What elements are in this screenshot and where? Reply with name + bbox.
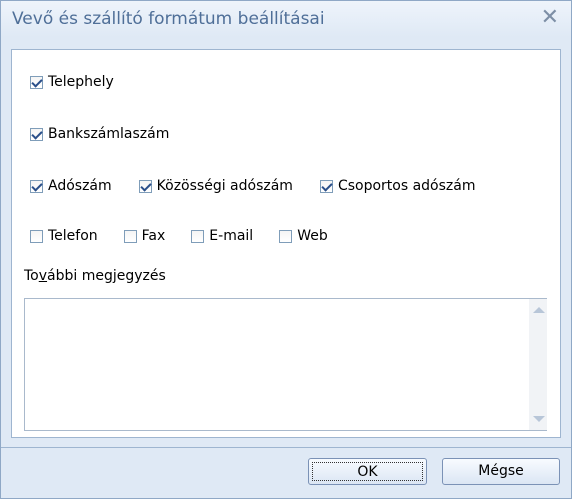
note-label-after: ábbi megjegyzés — [47, 268, 166, 284]
ok-button[interactable]: OK — [308, 458, 427, 485]
scroll-up-icon[interactable] — [533, 307, 545, 313]
window-title: Vevő és szállító formátum beállításai — [12, 9, 325, 29]
checkbox-telefon[interactable]: Telefon — [30, 228, 98, 244]
note-label-before: To — [24, 268, 39, 284]
checkbox-csoportos-adoszam[interactable]: Csoportos adószám — [319, 178, 476, 194]
checkbox-box[interactable] — [191, 229, 205, 243]
footer-divider — [1, 447, 571, 448]
checkbox-label: Web — [297, 228, 328, 244]
checkbox-label: Fax — [141, 228, 166, 244]
checkbox-label: Csoportos adószám — [337, 178, 476, 194]
checkbox-box[interactable] — [30, 127, 43, 141]
checkbox-label: Bankszámlaszám — [48, 126, 170, 142]
checkbox-box[interactable] — [30, 229, 43, 243]
ok-button-label: OK — [312, 462, 423, 481]
checkbox-email[interactable]: E-mail — [191, 228, 253, 244]
checkbox-box[interactable] — [138, 179, 152, 193]
checkbox-label: Telefon — [48, 228, 98, 244]
checkbox-web[interactable]: Web — [279, 228, 328, 244]
settings-panel: Telephely Bankszámlaszám Adószám Közössé… — [11, 49, 561, 438]
row-bankszamlaszam: Bankszámlaszám — [30, 124, 169, 144]
row-telephely: Telephely — [30, 72, 114, 92]
note-textarea[interactable] — [24, 298, 547, 431]
note-label-accesskey: v — [38, 268, 48, 284]
checkbox-label: Közösségi adószám — [156, 178, 293, 194]
checkbox-adoszam[interactable]: Adószám — [30, 178, 112, 194]
checkbox-kozossegi-adoszam[interactable]: Közösségi adószám — [138, 178, 293, 194]
dialog-window: Vevő és szállító formátum beállításai ✕ … — [0, 0, 572, 499]
checkbox-label: E-mail — [209, 228, 254, 244]
checkbox-label: Telephely — [48, 74, 114, 90]
scroll-down-icon[interactable] — [533, 416, 545, 422]
checkbox-box[interactable] — [30, 75, 43, 89]
cancel-button[interactable]: Mégse — [442, 458, 560, 485]
note-label: További megjegyzés — [24, 268, 166, 284]
note-scrollbar[interactable] — [529, 299, 547, 430]
checkbox-telephely[interactable]: Telephely — [30, 74, 114, 90]
checkbox-box[interactable] — [319, 179, 333, 193]
checkbox-bankszamlaszam[interactable]: Bankszámlaszám — [30, 126, 169, 142]
checkbox-box[interactable] — [123, 229, 137, 243]
row-adoszam: Adószám Közösségi adószám Csoportos adós… — [30, 176, 475, 196]
checkbox-box[interactable] — [279, 229, 293, 243]
checkbox-box[interactable] — [30, 179, 43, 193]
checkbox-fax[interactable]: Fax — [123, 228, 166, 244]
row-contacts: Telefon Fax E-mail Web — [30, 226, 328, 246]
title-bar[interactable]: Vevő és szállító formátum beállításai ✕ — [1, 1, 571, 37]
checkbox-label: Adószám — [48, 178, 112, 194]
close-icon[interactable]: ✕ — [541, 7, 559, 29]
